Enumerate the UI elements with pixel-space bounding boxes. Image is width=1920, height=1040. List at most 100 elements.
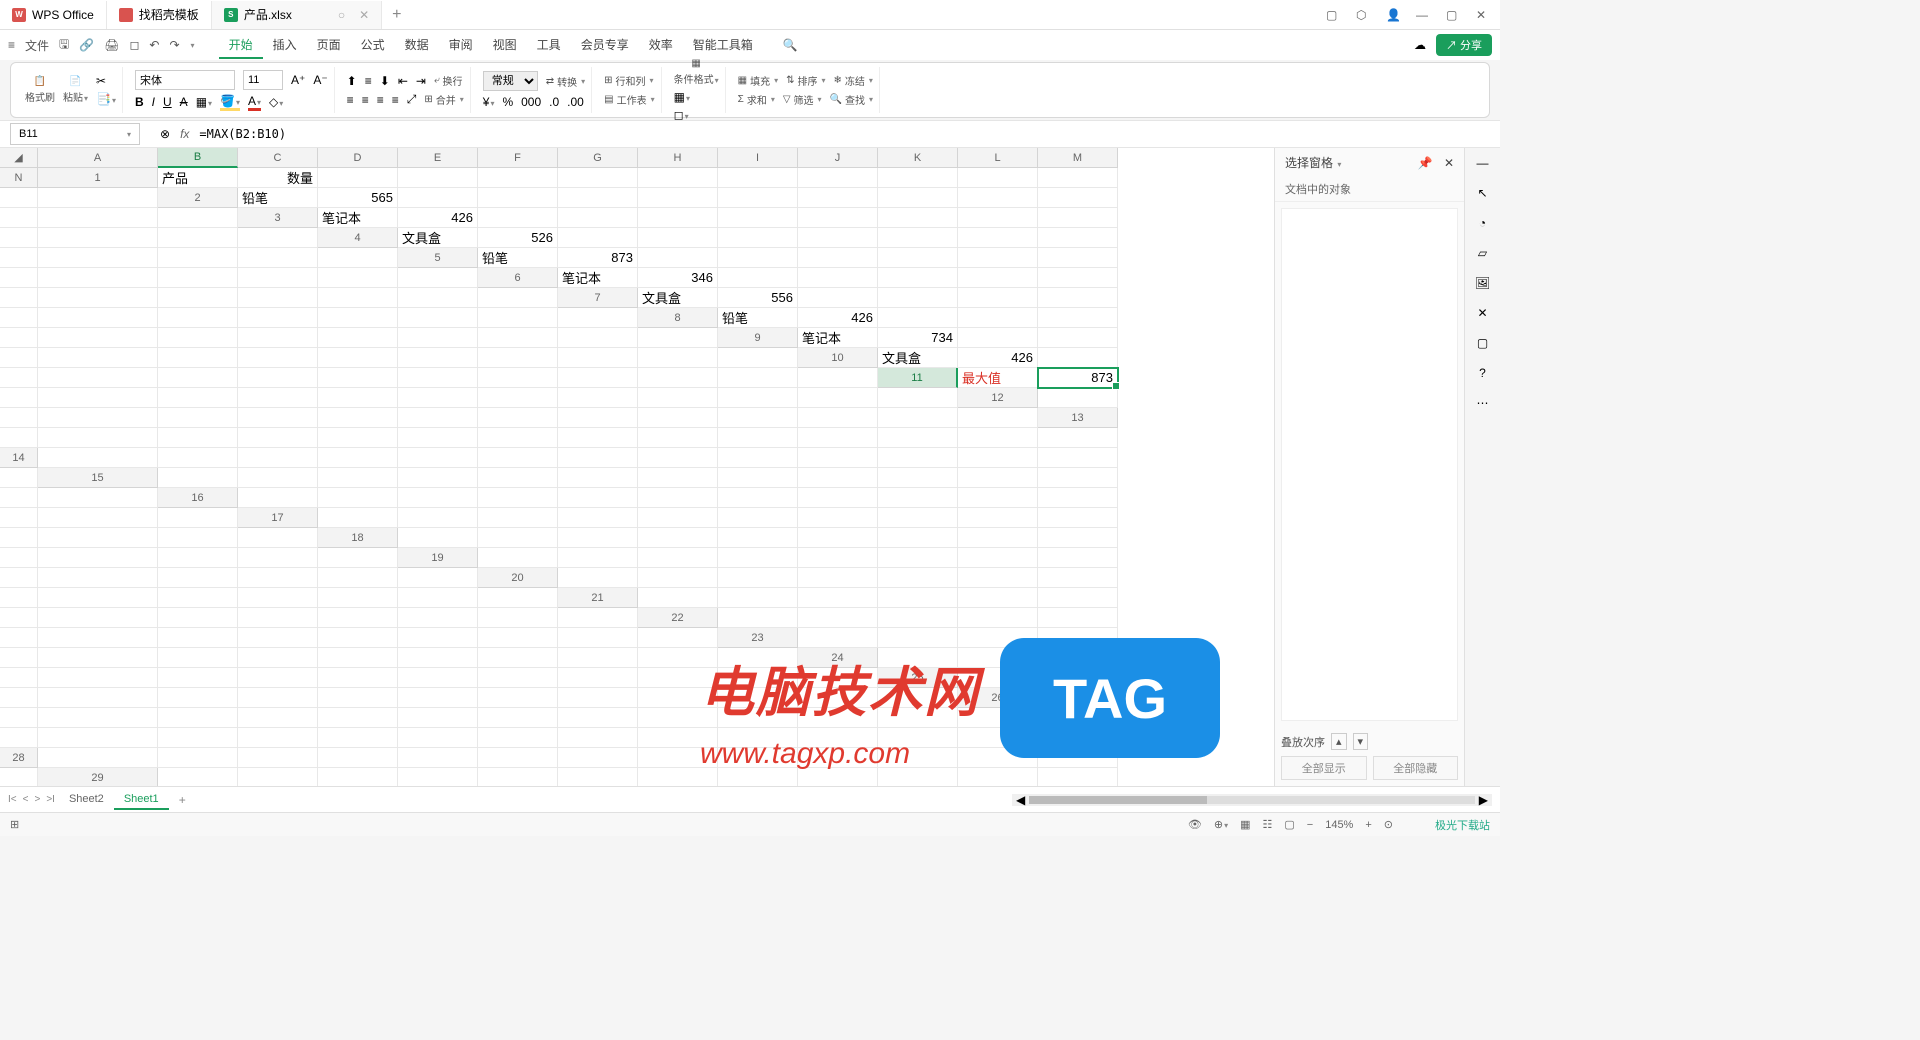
cell-I22[interactable] (238, 628, 318, 648)
cell-N19[interactable] (398, 568, 478, 588)
cell-K6[interactable] (238, 288, 318, 308)
cell-N12[interactable] (958, 408, 1038, 428)
cell-I3[interactable] (958, 208, 1038, 228)
cell-F2[interactable] (638, 188, 718, 208)
align-justify-icon[interactable]: ≡ (392, 93, 399, 107)
cell-L2[interactable] (0, 208, 38, 228)
cell-M7[interactable] (478, 308, 558, 328)
cell-G10[interactable] (238, 368, 318, 388)
decrease-font-icon[interactable]: A⁻ (313, 73, 327, 87)
menu-页面[interactable]: 页面 (307, 32, 351, 59)
cell-M6[interactable] (398, 288, 478, 308)
cell-M26[interactable] (878, 708, 958, 728)
cell-E1[interactable] (478, 168, 558, 188)
cell-J29[interactable] (878, 768, 958, 786)
cell-H15[interactable] (718, 468, 798, 488)
cell-K11[interactable] (638, 388, 718, 408)
cell-C16[interactable] (398, 488, 478, 508)
preview-icon[interactable]: ◻ (129, 38, 139, 52)
zoom-level[interactable]: 145% (1325, 819, 1353, 831)
cell-G18[interactable] (878, 528, 958, 548)
redo-icon[interactable]: ↷ (169, 38, 179, 52)
cell-D6[interactable] (798, 268, 878, 288)
cell-I13[interactable] (638, 428, 718, 448)
menu-工具[interactable]: 工具 (527, 32, 571, 59)
cell-K10[interactable] (558, 368, 638, 388)
cell-I6[interactable] (38, 288, 158, 308)
align-bottom-icon[interactable]: ⬇ (380, 74, 390, 88)
cell-B20[interactable] (638, 568, 718, 588)
row-header-8[interactable]: 8 (638, 308, 718, 328)
conditional-format-button[interactable]: ▦ 条件格式▾ (674, 58, 719, 86)
cell-L18[interactable] (158, 548, 238, 568)
cell-A10[interactable]: 文具盒 (878, 348, 958, 368)
cell-H2[interactable] (798, 188, 878, 208)
cell-K24[interactable] (558, 668, 638, 688)
cell-K5[interactable] (158, 268, 238, 288)
format-painter-button[interactable]: 📋 格式刷 (25, 76, 55, 104)
cell-C18[interactable] (558, 528, 638, 548)
menu-智能工具箱[interactable]: 智能工具箱 (683, 32, 763, 59)
cell-B6[interactable]: 346 (638, 268, 718, 288)
align-middle-icon[interactable]: ≡ (365, 74, 372, 88)
cell-E20[interactable] (878, 568, 958, 588)
cell-C24[interactable] (1038, 648, 1118, 668)
cell-J14[interactable] (798, 448, 878, 468)
cell-I27[interactable] (638, 728, 718, 748)
file-menu[interactable]: 文件 (25, 37, 49, 54)
cell-L28[interactable] (958, 748, 1038, 768)
cell-M1[interactable] (0, 188, 38, 208)
cell-F29[interactable] (558, 768, 638, 786)
cell-L27[interactable] (878, 728, 958, 748)
cell-H29[interactable] (718, 768, 798, 786)
cell-M13[interactable] (958, 428, 1038, 448)
cell-H18[interactable] (958, 528, 1038, 548)
cell-A4[interactable]: 文具盒 (398, 228, 478, 248)
col-header-E[interactable]: E (398, 148, 478, 168)
cell-H20[interactable] (0, 588, 38, 608)
cell-N21[interactable] (558, 608, 638, 628)
formula-input[interactable] (199, 127, 1500, 141)
help-icon[interactable]: ? (1479, 366, 1486, 380)
undo-icon[interactable]: ↶ (149, 38, 159, 52)
cell-J5[interactable] (38, 268, 158, 288)
cell-I24[interactable] (398, 668, 478, 688)
cell-K1[interactable] (958, 168, 1038, 188)
align-center-icon[interactable]: ≡ (362, 93, 369, 107)
percent-icon[interactable]: % (502, 95, 513, 109)
cell-G4[interactable] (878, 228, 958, 248)
cell-B27[interactable] (38, 728, 158, 748)
cell-K28[interactable] (878, 748, 958, 768)
increase-decimal-icon[interactable]: .00 (567, 95, 584, 109)
cell-B28[interactable] (158, 748, 238, 768)
cell-F7[interactable] (1038, 288, 1118, 308)
menu-视图[interactable]: 视图 (483, 32, 527, 59)
cell-C4[interactable] (558, 228, 638, 248)
cell-L21[interactable] (398, 608, 478, 628)
view-page-icon[interactable]: ☷ (1262, 818, 1272, 831)
cell-J6[interactable] (158, 288, 238, 308)
cell-C15[interactable] (318, 468, 398, 488)
merge-button[interactable]: ⊞合并▾ (424, 92, 463, 107)
row-header-19[interactable]: 19 (398, 548, 478, 568)
device-tool-icon[interactable]: ▢ (1477, 336, 1488, 350)
cell-G5[interactable] (958, 248, 1038, 268)
bold-icon[interactable]: B (135, 95, 144, 109)
row-header-21[interactable]: 21 (558, 588, 638, 608)
cell-E4[interactable] (718, 228, 798, 248)
cell-F6[interactable] (958, 268, 1038, 288)
cell-I26[interactable] (558, 708, 638, 728)
cell-C14[interactable] (238, 448, 318, 468)
cell-N6[interactable] (478, 288, 558, 308)
row-header-13[interactable]: 13 (1038, 408, 1118, 428)
menu-开始[interactable]: 开始 (219, 32, 263, 59)
cell-M23[interactable] (638, 648, 718, 668)
cell-G12[interactable] (398, 408, 478, 428)
cell-E11[interactable] (158, 388, 238, 408)
cell-D26[interactable] (158, 708, 238, 728)
cell-D2[interactable] (478, 188, 558, 208)
cell-E16[interactable] (558, 488, 638, 508)
cell-C6[interactable] (718, 268, 798, 288)
row-header-5[interactable]: 5 (398, 248, 478, 268)
cell-K19[interactable] (158, 568, 238, 588)
